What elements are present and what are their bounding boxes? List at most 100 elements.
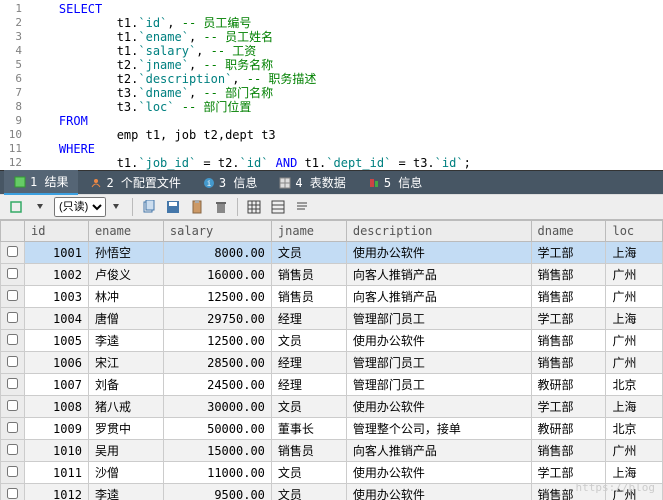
- cell-loc[interactable]: 上海: [606, 462, 663, 484]
- row-checkbox[interactable]: [7, 466, 18, 477]
- code-content[interactable]: t1.`id`, -- 员工编号: [30, 16, 251, 30]
- cell-id[interactable]: 1007: [25, 374, 89, 396]
- cell-jname[interactable]: 文员: [271, 242, 346, 264]
- text-view-button[interactable]: [292, 197, 312, 217]
- code-content[interactable]: t1.`salary`, -- 工资: [30, 44, 256, 58]
- cell-loc[interactable]: 上海: [606, 242, 663, 264]
- cell-jname[interactable]: 董事长: [271, 418, 346, 440]
- cell-dname[interactable]: 学工部: [531, 462, 606, 484]
- cell-description[interactable]: 向客人推销产品: [346, 264, 531, 286]
- cell-jname[interactable]: 销售员: [271, 440, 346, 462]
- cell-jname[interactable]: 经理: [271, 352, 346, 374]
- cell-dname[interactable]: 学工部: [531, 308, 606, 330]
- column-header[interactable]: salary: [163, 221, 271, 242]
- cell-salary[interactable]: 29750.00: [163, 308, 271, 330]
- cell-jname[interactable]: 销售员: [271, 264, 346, 286]
- cell-jname[interactable]: 文员: [271, 484, 346, 500]
- cell-ename[interactable]: 卢俊义: [88, 264, 163, 286]
- cell-ename[interactable]: 孙悟空: [88, 242, 163, 264]
- cell-dname[interactable]: 教研部: [531, 418, 606, 440]
- code-content[interactable]: emp t1, job t2,dept t3: [30, 128, 276, 142]
- cell-loc[interactable]: 广州: [606, 286, 663, 308]
- cell-description[interactable]: 使用办公软件: [346, 330, 531, 352]
- code-content[interactable]: t2.`jname`, -- 职务名称: [30, 58, 273, 72]
- table-row[interactable]: 1008猪八戒30000.00文员使用办公软件学工部上海: [1, 396, 663, 418]
- code-line[interactable]: 12 t1.`job_id` = t2.`id` AND t1.`dept_id…: [0, 156, 663, 170]
- cell-id[interactable]: 1005: [25, 330, 89, 352]
- column-header[interactable]: jname: [271, 221, 346, 242]
- cell-ename[interactable]: 吴用: [88, 440, 163, 462]
- cell-dname[interactable]: 销售部: [531, 484, 606, 500]
- table-row[interactable]: 1002卢俊义16000.00销售员向客人推销产品销售部广州: [1, 264, 663, 286]
- code-line[interactable]: 2 t1.`id`, -- 员工编号: [0, 16, 663, 30]
- code-line[interactable]: 9 FROM: [0, 114, 663, 128]
- code-content[interactable]: WHERE: [30, 142, 95, 156]
- row-checkbox[interactable]: [7, 268, 18, 279]
- cell-loc[interactable]: 广州: [606, 484, 663, 500]
- row-checkbox[interactable]: [7, 378, 18, 389]
- row-checkbox[interactable]: [7, 400, 18, 411]
- code-line[interactable]: 4 t1.`salary`, -- 工资: [0, 44, 663, 58]
- cell-dname[interactable]: 销售部: [531, 264, 606, 286]
- cell-loc[interactable]: 广州: [606, 330, 663, 352]
- cell-ename[interactable]: 刘备: [88, 374, 163, 396]
- cell-salary[interactable]: 28500.00: [163, 352, 271, 374]
- cell-jname[interactable]: 经理: [271, 308, 346, 330]
- copy-button[interactable]: [139, 197, 159, 217]
- code-line[interactable]: 10 emp t1, job t2,dept t3: [0, 128, 663, 142]
- column-header[interactable]: id: [25, 221, 89, 242]
- delete-button[interactable]: [211, 197, 231, 217]
- cell-jname[interactable]: 文员: [271, 462, 346, 484]
- table-row[interactable]: 1010吴用15000.00销售员向客人推销产品销售部广州: [1, 440, 663, 462]
- code-line[interactable]: 5 t2.`jname`, -- 职务名称: [0, 58, 663, 72]
- table-row[interactable]: 1006宋江28500.00经理管理部门员工销售部广州: [1, 352, 663, 374]
- cell-id[interactable]: 1010: [25, 440, 89, 462]
- cell-ename[interactable]: 林冲: [88, 286, 163, 308]
- cell-salary[interactable]: 30000.00: [163, 396, 271, 418]
- cell-ename[interactable]: 李逵: [88, 484, 163, 500]
- cell-dname[interactable]: 学工部: [531, 396, 606, 418]
- cell-loc[interactable]: 广州: [606, 352, 663, 374]
- cell-salary[interactable]: 50000.00: [163, 418, 271, 440]
- column-header[interactable]: dname: [531, 221, 606, 242]
- cell-id[interactable]: 1006: [25, 352, 89, 374]
- cell-description[interactable]: 管理部门员工: [346, 308, 531, 330]
- code-line[interactable]: 8 t3.`loc` -- 部门位置: [0, 100, 663, 114]
- row-checkbox[interactable]: [7, 488, 18, 499]
- table-row[interactable]: 1003林冲12500.00销售员向客人推销产品销售部广州: [1, 286, 663, 308]
- cell-dname[interactable]: 销售部: [531, 352, 606, 374]
- cell-salary[interactable]: 16000.00: [163, 264, 271, 286]
- tab-4表数据[interactable]: 4 表数据: [269, 171, 355, 194]
- cell-loc[interactable]: 北京: [606, 374, 663, 396]
- cell-id[interactable]: 1012: [25, 484, 89, 500]
- cell-salary[interactable]: 11000.00: [163, 462, 271, 484]
- cell-ename[interactable]: 罗贯中: [88, 418, 163, 440]
- code-content[interactable]: t3.`dname`, -- 部门名称: [30, 86, 273, 100]
- cell-id[interactable]: 1003: [25, 286, 89, 308]
- tab-3信息[interactable]: i3 信息: [193, 171, 267, 194]
- row-checkbox[interactable]: [7, 422, 18, 433]
- code-line[interactable]: 11 WHERE: [0, 142, 663, 156]
- cell-salary[interactable]: 12500.00: [163, 330, 271, 352]
- save-button[interactable]: [163, 197, 183, 217]
- cell-loc[interactable]: 北京: [606, 418, 663, 440]
- cell-id[interactable]: 1008: [25, 396, 89, 418]
- row-checkbox[interactable]: [7, 246, 18, 257]
- table-row[interactable]: 1001孙悟空8000.00文员使用办公软件学工部上海: [1, 242, 663, 264]
- row-checkbox[interactable]: [7, 444, 18, 455]
- code-content[interactable]: FROM: [30, 114, 88, 128]
- table-row[interactable]: 1007刘备24500.00经理管理部门员工教研部北京: [1, 374, 663, 396]
- paste-button[interactable]: [187, 197, 207, 217]
- cell-loc[interactable]: 上海: [606, 308, 663, 330]
- dropdown-button[interactable]: [30, 197, 50, 217]
- code-content[interactable]: t1.`ename`, -- 员工姓名: [30, 30, 273, 44]
- row-checkbox[interactable]: [7, 334, 18, 345]
- cell-description[interactable]: 管理部门员工: [346, 352, 531, 374]
- code-line[interactable]: 1 SELECT: [0, 2, 663, 16]
- code-content[interactable]: SELECT: [30, 2, 102, 16]
- cell-ename[interactable]: 猪八戒: [88, 396, 163, 418]
- result-grid[interactable]: idenamesalaryjnamedescriptiondnameloc100…: [0, 220, 663, 500]
- cell-jname[interactable]: 经理: [271, 374, 346, 396]
- cell-loc[interactable]: 广州: [606, 264, 663, 286]
- cell-salary[interactable]: 15000.00: [163, 440, 271, 462]
